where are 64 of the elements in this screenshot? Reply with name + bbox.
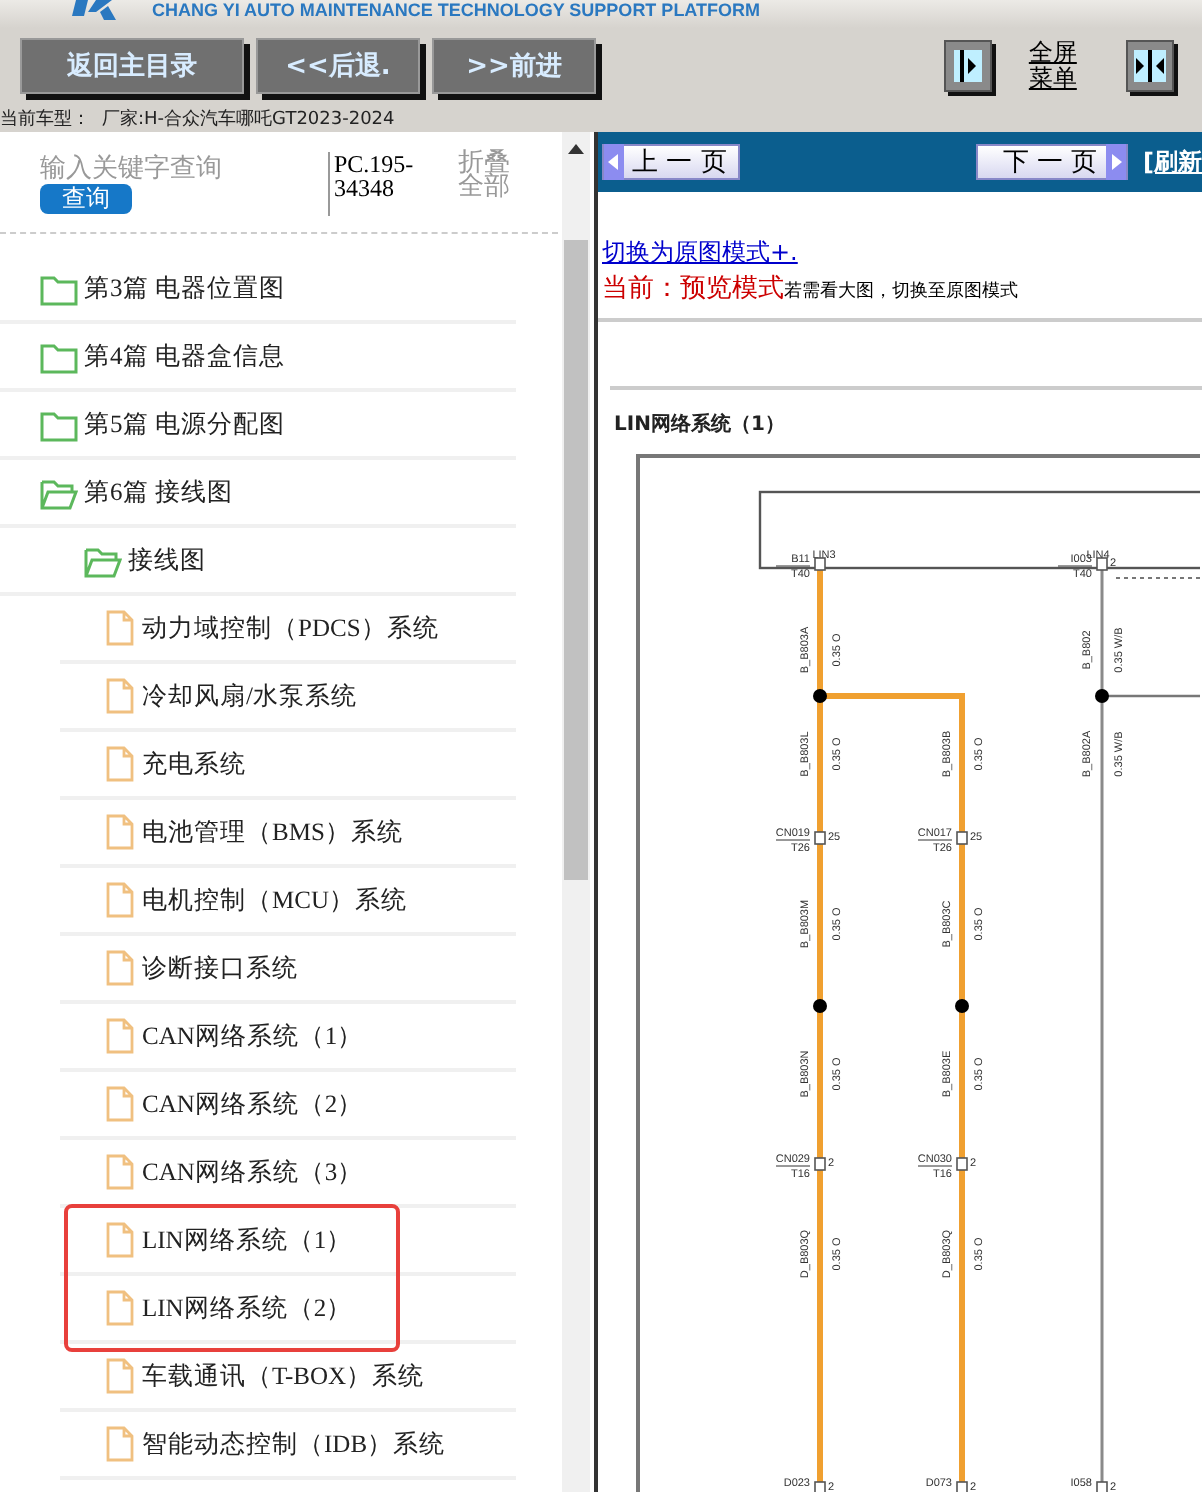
sidebar-toggle-button[interactable]	[943, 40, 992, 92]
scroll-up-icon[interactable]	[568, 144, 584, 154]
tree-item[interactable]: CAN网络系统（1）	[60, 1004, 516, 1072]
arrows-icon	[1134, 50, 1166, 82]
refresh-link[interactable]: [刷新	[1143, 145, 1202, 179]
dashed-line	[1115, 577, 1200, 579]
split-view-button[interactable]	[1126, 40, 1174, 92]
document-icon	[104, 880, 136, 920]
tree-item[interactable]: CAN网络系统（3）	[60, 1140, 516, 1208]
tree-item[interactable]: 第3篇 电器位置图	[0, 256, 516, 324]
mode-hint: 若需看大图，切换至原图模式	[784, 279, 1018, 304]
tree-item[interactable]: 车载通讯（T-BOX）系统	[60, 1344, 516, 1412]
tree-item[interactable]: 第6篇 接线图	[0, 460, 516, 528]
document-icon	[104, 1356, 136, 1396]
previous-page-button[interactable]: 上 一 页	[602, 144, 741, 180]
connector-pin	[814, 1157, 826, 1171]
tree-item[interactable]: 智能动态控制（IDB）系统	[60, 1412, 516, 1480]
tree-item[interactable]: 第4篇 电器盒信息	[0, 324, 516, 392]
document-code: PC.195-34348	[328, 152, 438, 216]
tree-item[interactable]: 电机控制（MCU）系统	[60, 868, 516, 936]
document-icon	[104, 1084, 136, 1124]
junction-dot	[955, 999, 969, 1013]
document-icon	[104, 608, 136, 648]
search-button[interactable]: 查询	[40, 184, 132, 214]
connector-pin	[956, 831, 968, 845]
original-mode-link[interactable]: 切换为原图模式+.	[602, 236, 798, 270]
junction-dot	[813, 689, 827, 703]
document-icon	[104, 812, 136, 852]
document-icon	[104, 1288, 136, 1328]
next-page-button[interactable]: 下 一 页	[976, 144, 1128, 180]
home-button[interactable]: 返回主目录	[20, 38, 244, 94]
document-icon	[104, 1016, 136, 1056]
connector-pin	[814, 831, 826, 845]
tree-item[interactable]: 接线图	[0, 528, 516, 596]
mode-status: 当前：预览模式	[602, 272, 784, 306]
tree-item[interactable]: 冷却风扇/水泵系统	[60, 664, 516, 732]
tree-item[interactable]: CAN网络系统（2）	[60, 1072, 516, 1140]
back-button[interactable]: <<后退.	[256, 38, 420, 94]
tree-item[interactable]: LIN网络系统（1）	[60, 1208, 516, 1276]
diagram-title: LIN网络系统（1）	[614, 411, 787, 438]
fullscreen-menu-link[interactable]: 全屏菜单	[1027, 40, 1078, 92]
platform-subtitle: CHANG YI AUTO MAINTENANCE TECHNOLOGY SUPPORT PLATFORM	[152, 0, 761, 20]
tree-item[interactable]: 诊断接口系统	[60, 936, 516, 1004]
junction-dot	[813, 999, 827, 1013]
vehicle-label: 当前车型：	[0, 108, 90, 132]
document-icon	[104, 1220, 136, 1260]
document-icon	[104, 948, 136, 988]
tree-item[interactable]: 第5篇 电源分配图	[0, 392, 516, 460]
tree-item[interactable]: 动力域控制（PDCS）系统	[60, 596, 516, 664]
forward-button[interactable]: >>前进	[432, 38, 596, 94]
tree-item[interactable]: LIN网络系统（2）	[60, 1276, 516, 1344]
document-icon	[104, 744, 136, 784]
connector-pin	[814, 557, 826, 571]
connector-pin	[956, 1157, 968, 1171]
vehicle-name: 厂家:H-合众汽车哪吒GT2023-2024	[102, 108, 395, 132]
document-icon	[104, 1424, 136, 1464]
tree-item[interactable]: 充电系统	[60, 732, 516, 800]
search-field[interactable]: 输入关键字查询	[40, 152, 320, 184]
document-icon	[104, 1152, 136, 1192]
junction-dot	[1095, 689, 1109, 703]
tree-item[interactable]: 电池管理（BMS）系统	[60, 800, 516, 868]
connector-pin	[1096, 557, 1108, 571]
scrollbar-thumb[interactable]	[564, 240, 588, 880]
document-icon	[104, 676, 136, 716]
